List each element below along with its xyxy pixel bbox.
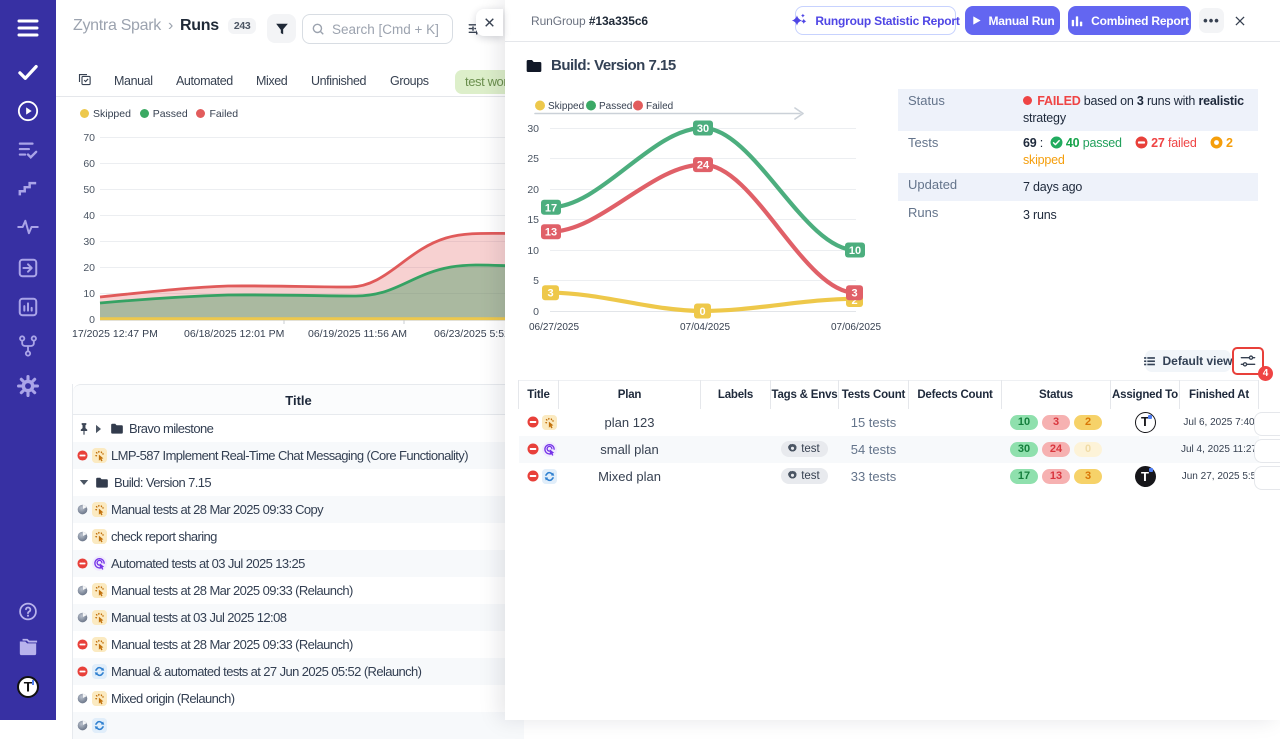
- svg-text:20: 20: [83, 262, 95, 274]
- svg-text:3: 3: [547, 288, 553, 300]
- svg-text:10: 10: [83, 288, 95, 300]
- svg-text:07/06/2025: 07/06/2025: [831, 322, 881, 333]
- svg-text:5: 5: [533, 275, 539, 287]
- svg-text:60: 60: [83, 158, 95, 170]
- svg-text:20: 20: [527, 184, 539, 196]
- svg-text:30: 30: [83, 236, 95, 248]
- svg-text:50: 50: [83, 184, 95, 196]
- svg-text:40: 40: [83, 210, 95, 222]
- svg-text:06/27/2025: 06/27/2025: [529, 322, 579, 333]
- svg-text:70: 70: [83, 132, 95, 144]
- svg-text:30: 30: [527, 123, 539, 135]
- svg-text:10: 10: [527, 245, 539, 257]
- svg-text:Failed: Failed: [646, 101, 673, 112]
- svg-text:15: 15: [527, 214, 539, 226]
- svg-text:0: 0: [533, 306, 539, 318]
- svg-text:13: 13: [545, 227, 557, 239]
- svg-text:Skipped: Skipped: [548, 101, 584, 112]
- svg-text:07/04/2025: 07/04/2025: [680, 322, 730, 333]
- svg-text:3: 3: [851, 288, 857, 300]
- svg-text:Passed: Passed: [599, 101, 632, 112]
- svg-text:0: 0: [699, 306, 705, 318]
- svg-text:06/23/2025 5:52 PM: 06/23/2025 5:52 PM: [434, 328, 516, 340]
- svg-text:30: 30: [697, 123, 709, 135]
- svg-text:06/19/2025 11:56 AM: 06/19/2025 11:56 AM: [308, 328, 407, 340]
- svg-text:10: 10: [849, 245, 861, 257]
- svg-text:17/2025 12:47 PM: 17/2025 12:47 PM: [72, 328, 158, 340]
- svg-text:25: 25: [527, 153, 539, 165]
- svg-text:0: 0: [89, 314, 95, 326]
- svg-text:24: 24: [697, 160, 710, 172]
- svg-text:17: 17: [545, 202, 557, 214]
- svg-text:06/18/2025 12:01 PM: 06/18/2025 12:01 PM: [184, 328, 284, 340]
